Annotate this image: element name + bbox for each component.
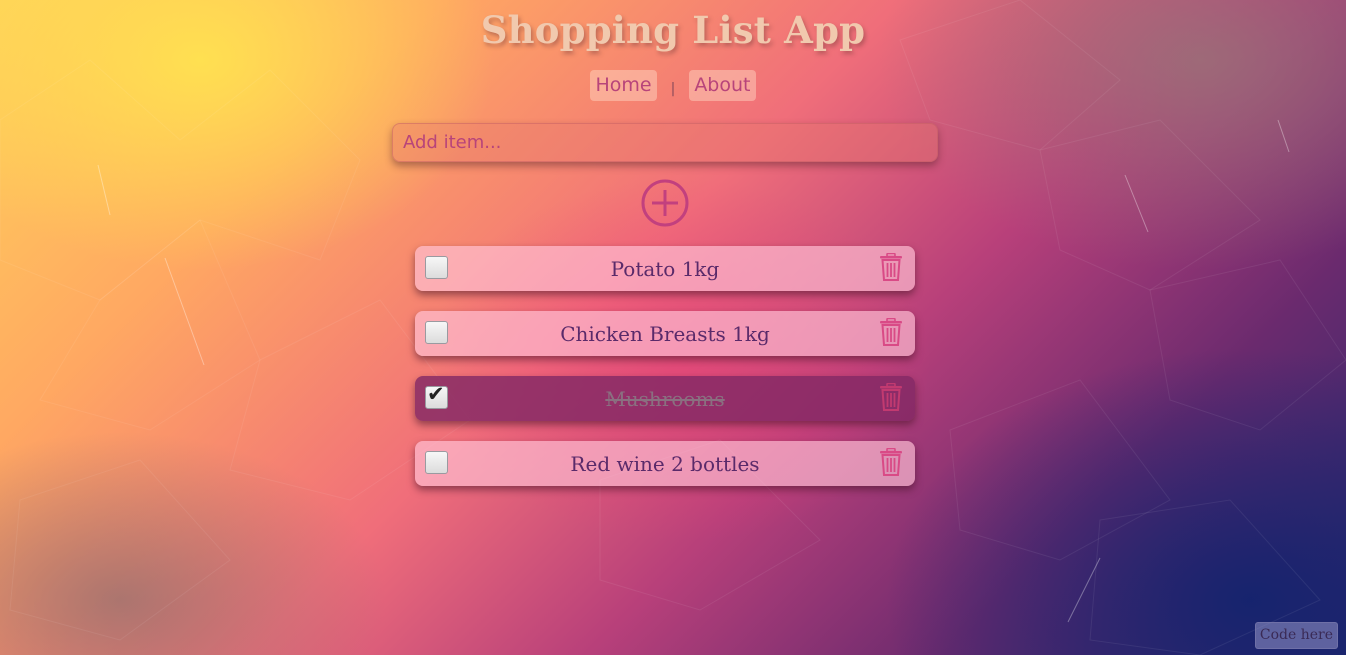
nav-separator: |: [670, 80, 676, 97]
add-item-input[interactable]: [392, 123, 938, 162]
item-checkbox[interactable]: [425, 451, 448, 474]
shopping-list: Potato 1kg Chicken Breasts 1kg ✔ Mushroo…: [415, 246, 915, 506]
item-checkbox[interactable]: [425, 321, 448, 344]
item-label: Mushrooms: [605, 386, 725, 411]
delete-item-button[interactable]: [879, 317, 903, 346]
item-label: Chicken Breasts 1kg: [560, 321, 770, 346]
trash-icon: [880, 382, 902, 411]
trash-icon: [880, 317, 902, 346]
code-here-link[interactable]: Code here: [1254, 622, 1338, 649]
delete-item-button[interactable]: [879, 382, 903, 411]
list-item: Red wine 2 bottles: [415, 441, 915, 486]
list-item: Chicken Breasts 1kg: [415, 311, 915, 356]
trash-icon: [880, 447, 902, 476]
item-label: Potato 1kg: [610, 256, 720, 281]
item-checkbox[interactable]: [425, 256, 448, 279]
list-item: Potato 1kg: [415, 246, 915, 291]
item-label: Red wine 2 bottles: [570, 451, 760, 476]
trash-icon: [880, 252, 902, 281]
nav-link-about[interactable]: About: [689, 70, 756, 101]
list-item: ✔ Mushrooms: [415, 376, 915, 421]
add-item-button[interactable]: [641, 179, 689, 227]
delete-item-button[interactable]: [879, 252, 903, 281]
item-checkbox[interactable]: ✔: [425, 382, 448, 409]
main-nav: Home | About: [0, 70, 1346, 101]
app-title: Shopping List App: [480, 8, 866, 52]
checkmark-icon: ✔: [427, 382, 445, 406]
delete-item-button[interactable]: [879, 447, 903, 476]
nav-link-home[interactable]: Home: [590, 70, 657, 101]
plus-circle-icon: [641, 179, 689, 227]
